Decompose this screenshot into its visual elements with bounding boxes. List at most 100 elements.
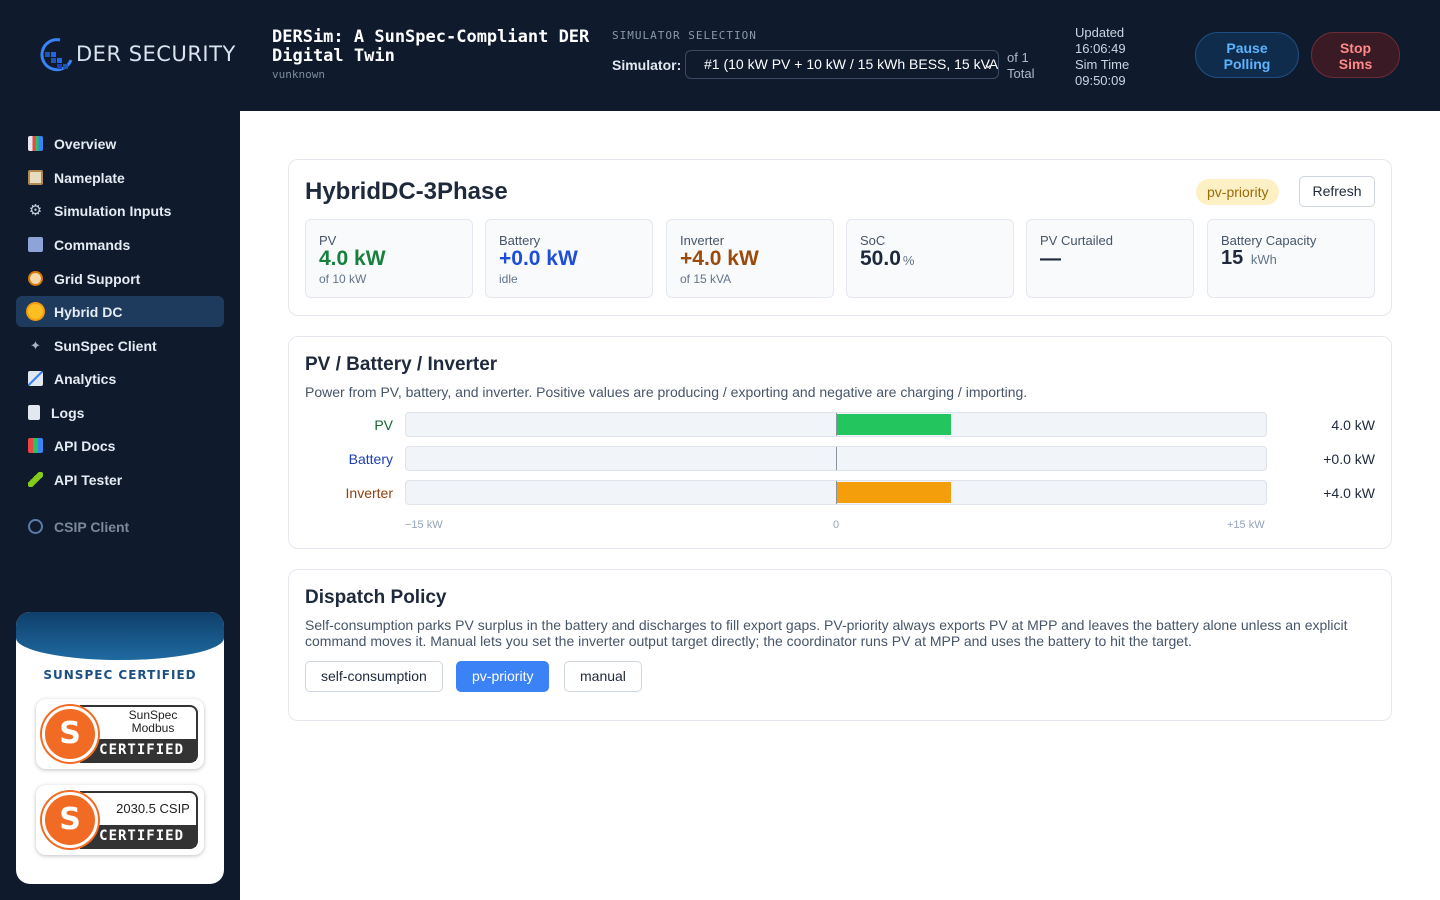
control-knobs-icon — [28, 237, 43, 252]
inverter-bar-fill — [836, 482, 951, 503]
badge-line: Modbus — [131, 721, 175, 735]
main-content: HybridDC-3Phase pv-priority Refresh PV 4… — [240, 111, 1440, 900]
stat-sub: idle — [499, 272, 518, 286]
row-value-pv: 4.0 kW — [1331, 417, 1375, 433]
simulator-select-value: #1 (10 kW PV + 10 kW / 15 kWh BESS, 15 k… — [704, 56, 999, 72]
policy-manual-button[interactable]: manual — [564, 661, 642, 692]
pen-icon — [28, 472, 43, 487]
pause-polling-button[interactable]: Pause Polling — [1195, 32, 1299, 78]
chart-icon — [28, 136, 43, 151]
badge-certified-label: CERTIFIED — [80, 739, 196, 761]
stat-soc: SoC 50.0% — [846, 219, 1014, 298]
app-version: vunknown — [272, 68, 325, 81]
stat-value: +0.0 kW — [499, 247, 578, 270]
sunspec-certified-card: SUNSPEC CERTIFIED SunSpec Modbus CERTIFI… — [16, 612, 224, 884]
sunspec-s-logo-icon: S — [42, 792, 98, 848]
battery-bar-track — [405, 446, 1267, 471]
clipboard-icon — [28, 170, 43, 185]
stat-label: PV — [319, 233, 337, 248]
sidebar-item-api-docs[interactable]: API Docs — [16, 430, 224, 461]
der-security-logo: DER SECURITY — [40, 36, 236, 72]
gear-icon: ⚙ — [28, 202, 43, 219]
stat-value: +4.0 kW — [680, 247, 759, 270]
stat-number: 50.0 — [860, 247, 901, 270]
sidebar-item-api-tester[interactable]: API Tester — [16, 464, 224, 495]
dispatch-policy-description: Self-consumption parks PV surplus in the… — [305, 617, 1348, 649]
gauge-icon — [28, 271, 43, 286]
stat-sub: of 10 kW — [319, 272, 367, 286]
stat-number: 15 — [1221, 247, 1244, 269]
sidebar-item-logs[interactable]: Logs — [16, 397, 224, 428]
dispatch-policy-card: Dispatch Policy Self-consumption parks P… — [288, 569, 1392, 721]
sidebar-item-label: API Docs — [54, 437, 116, 454]
sunspec-s-logo-icon: S — [42, 706, 98, 762]
top-header: DER SECURITY DERSim: A SunSpec-Compliant… — [0, 0, 1440, 111]
stat-label: Inverter — [680, 233, 725, 248]
sidebar-item-csip-client[interactable]: CSIP Client — [16, 511, 224, 542]
globe-logo-icon — [40, 38, 73, 72]
stat-pv-curtailed: PV Curtailed — — [1026, 219, 1194, 298]
sidebar-item-label: Overview — [54, 135, 117, 152]
scroll-icon — [28, 405, 40, 420]
sidebar-item-sunspec-client[interactable]: ✦ SunSpec Client — [16, 330, 224, 361]
simulator-count-total: Total — [1007, 66, 1035, 81]
stat-value: 15 kWh — [1221, 247, 1277, 270]
sidebar-item-label: Grid Support — [54, 270, 141, 287]
sidebar-item-hybrid-dc[interactable]: Hybrid DC — [16, 296, 224, 327]
zero-line — [836, 447, 837, 470]
sidebar-item-label: CSIP Client — [54, 518, 130, 535]
policy-pv-priority-button[interactable]: pv-priority — [456, 661, 550, 692]
zero-line — [836, 413, 837, 436]
sims-label: Sims — [1338, 56, 1373, 72]
sidebar-item-analytics[interactable]: Analytics — [16, 363, 224, 394]
pv-bar-fill — [836, 414, 951, 435]
sidebar-item-simulation-inputs[interactable]: ⚙ Simulation Inputs — [16, 195, 224, 226]
simulator-select[interactable]: #1 (10 kW PV + 10 kW / 15 kWh BESS, 15 k… — [685, 50, 999, 79]
sun-icon — [28, 304, 43, 319]
page-title: HybridDC-3Phase — [305, 178, 508, 205]
zero-line — [836, 481, 837, 504]
csip-badge: 2030.5 CSIP CERTIFIED S — [36, 785, 204, 855]
row-value-battery: +0.0 kW — [1323, 451, 1375, 467]
power-flow-card: PV / Battery / Inverter Power from PV, b… — [288, 336, 1392, 549]
stat-battery: Battery +0.0 kW idle — [485, 219, 653, 298]
badge-line: 2030.5 CSIP — [116, 801, 190, 816]
app-title: DERSim: A SunSpec-Compliant DER Digital … — [272, 27, 590, 66]
sidebar-item-commands[interactable]: Commands — [16, 229, 224, 260]
stat-label: PV Curtailed — [1040, 233, 1113, 248]
sim-time-label: Sim Time — [1075, 57, 1130, 72]
updated-time: 16:06:49 — [1075, 41, 1126, 56]
dispatch-policy-title: Dispatch Policy — [305, 587, 447, 608]
updated-label: Updated — [1075, 25, 1125, 40]
stop-label: Stop — [1339, 40, 1372, 56]
power-flow-description: Power from PV, battery, and inverter. Po… — [305, 384, 1028, 400]
stat-pv: PV 4.0 kW of 10 kW — [305, 219, 473, 298]
cert-card-banner — [16, 612, 224, 660]
sidebar: Overview Nameplate ⚙ Simulation Inputs C… — [0, 111, 240, 900]
row-label-battery: Battery — [348, 451, 393, 467]
sidebar-item-label: Analytics — [54, 370, 117, 387]
stop-sims-button[interactable]: Stop Sims — [1311, 32, 1400, 78]
pause-label: Pause — [1226, 40, 1268, 56]
sidebar-item-label: Nameplate — [54, 169, 125, 186]
simulator-selection-heading: SIMULATOR SELECTION — [612, 29, 757, 42]
sidebar-item-nameplate[interactable]: Nameplate — [16, 162, 224, 193]
satellite-icon: ✦ — [30, 338, 41, 353]
sidebar-item-grid-support[interactable]: Grid Support — [16, 263, 224, 294]
stat-value: 4.0 kW — [319, 247, 386, 270]
stat-label: SoC — [860, 233, 886, 248]
sidebar-item-label: SunSpec Client — [54, 337, 157, 354]
books-icon — [28, 438, 43, 453]
power-flow-title: PV / Battery / Inverter — [305, 354, 498, 375]
sidebar-item-label: Commands — [54, 236, 131, 253]
simulator-count: of 1 Total — [1007, 50, 1047, 82]
sidebar-item-overview[interactable]: Overview — [16, 128, 224, 159]
stat-label: Battery Capacity — [1221, 233, 1317, 248]
refresh-button[interactable]: Refresh — [1299, 176, 1375, 207]
stat-inverter: Inverter +4.0 kW of 15 kVA — [666, 219, 834, 298]
simulator-label: Simulator: — [612, 57, 682, 73]
simulator-count-of: of 1 — [1007, 50, 1029, 65]
stat-label: Battery — [499, 233, 541, 248]
policy-self-consumption-button[interactable]: self-consumption — [305, 661, 443, 692]
sidebar-item-label: Logs — [51, 404, 85, 421]
